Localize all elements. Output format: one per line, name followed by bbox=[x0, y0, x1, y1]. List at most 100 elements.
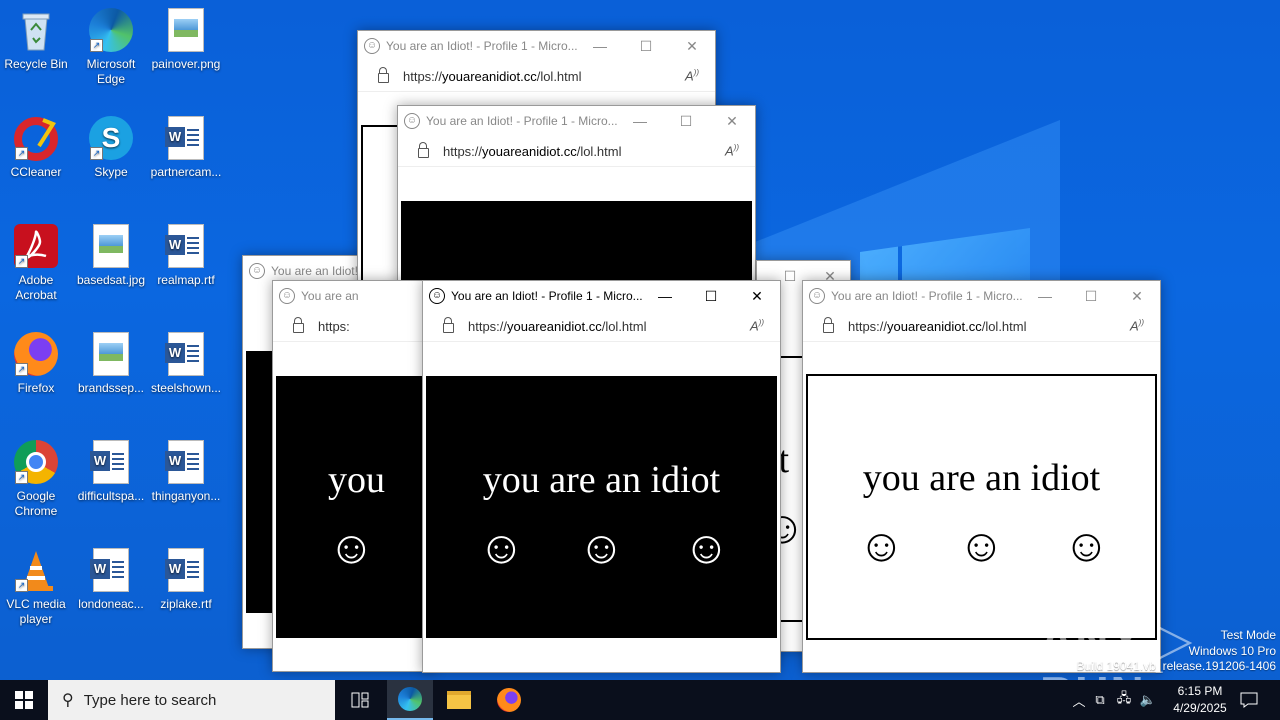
close-button[interactable]: ✕ bbox=[1114, 288, 1160, 305]
close-button[interactable]: ✕ bbox=[669, 38, 715, 55]
image-file-icon bbox=[163, 8, 209, 54]
start-button[interactable] bbox=[0, 680, 48, 720]
address-bar[interactable]: https://youareanidiot.cc/lol.html A)) bbox=[423, 311, 780, 342]
desktop-icon-steelshown[interactable]: steelshown... bbox=[150, 332, 222, 396]
windows-build-info: Test Mode Windows 10 Pro Build 19041.vb_… bbox=[1077, 628, 1277, 675]
idiot-message: you are an idiot bbox=[482, 459, 721, 501]
window-titlebar[interactable]: ☺ You are an Idiot! - Profile 1 - Micro.… bbox=[398, 106, 755, 136]
url-text[interactable]: https: bbox=[318, 319, 433, 334]
window-title: You are an Idiot! - Profile 1 - Micro... bbox=[426, 114, 617, 128]
meet-now-icon[interactable]: ⧉ bbox=[1088, 692, 1112, 708]
minimize-button[interactable]: — bbox=[642, 288, 688, 304]
desktop-icon-painover[interactable]: painover.png bbox=[150, 8, 222, 72]
volume-icon[interactable]: 🔈 bbox=[1136, 692, 1160, 708]
desktop-icon-adobe-acrobat[interactable]: ↗ Adobe Acrobat bbox=[0, 224, 72, 303]
address-bar[interactable]: https://youareanidiot.cc/lol.html A)) bbox=[398, 136, 755, 167]
desktop-icon-recycle-bin[interactable]: Recycle Bin bbox=[0, 8, 72, 72]
smiley-favicon-icon: ☺ bbox=[249, 263, 265, 279]
action-center-button[interactable] bbox=[1226, 680, 1272, 720]
desktop-icon-difficultspa[interactable]: difficultspa... bbox=[75, 440, 147, 504]
maximize-button[interactable]: ☐ bbox=[1068, 288, 1114, 305]
smiley-face-icon: ☺ bbox=[478, 521, 525, 573]
window-titlebar[interactable]: ☺ You are an Idiot! - Profile 1 - Micro.… bbox=[358, 31, 715, 61]
lock-icon bbox=[418, 142, 429, 158]
address-bar[interactable]: https://youareanidiot.cc/lol.html A)) bbox=[358, 61, 715, 92]
smiley-face-icon: ☺ bbox=[328, 521, 375, 573]
desktop-icon-basedsat[interactable]: basedsat.jpg bbox=[75, 224, 147, 288]
desktop-icon-label: Recycle Bin bbox=[4, 57, 68, 71]
word-document-icon bbox=[163, 440, 209, 486]
desktop-icon-thinganyon[interactable]: thinganyon... bbox=[150, 440, 222, 504]
address-bar[interactable]: https: bbox=[273, 311, 433, 342]
recycle-bin-icon bbox=[13, 8, 59, 54]
word-document-icon bbox=[163, 116, 209, 162]
desktop-icon-realmap[interactable]: realmap.rtf bbox=[150, 224, 222, 288]
taskbar-file-explorer-button[interactable] bbox=[436, 680, 482, 720]
network-icon[interactable]: 🖧 bbox=[1112, 689, 1136, 711]
desktop-icon-brandssep[interactable]: brandssep... bbox=[75, 332, 147, 396]
browser-window-active[interactable]: ☺ You are an Idiot! - Profile 1 - Micro.… bbox=[422, 280, 781, 673]
firefox-icon: ↗ bbox=[13, 332, 59, 378]
shortcut-arrow-icon: ↗ bbox=[15, 579, 28, 592]
address-bar[interactable]: https://youareanidiot.cc/lol.html A)) bbox=[803, 311, 1160, 342]
desktop-icon-label: partnercam... bbox=[150, 165, 222, 179]
read-aloud-icon[interactable]: A)) bbox=[685, 68, 715, 83]
desktop-icon-vlc[interactable]: ↗ VLC media player bbox=[0, 548, 72, 627]
url-text[interactable]: https://youareanidiot.cc/lol.html bbox=[443, 144, 725, 159]
taskbar-firefox-button[interactable] bbox=[486, 680, 532, 720]
desktop-icon-microsoft-edge[interactable]: ↗ Microsoft Edge bbox=[75, 8, 147, 87]
maximize-button[interactable]: ☐ bbox=[688, 288, 734, 305]
desktop-icon-label: Google Chrome bbox=[14, 489, 58, 518]
show-hidden-icons-chevron-icon[interactable]: ︿ bbox=[1070, 691, 1088, 710]
window-titlebar[interactable]: ☺ You are an bbox=[273, 281, 433, 311]
desktop-icon-google-chrome[interactable]: ↗ Google Chrome bbox=[0, 440, 72, 519]
taskbar-search-box[interactable]: ⚲ Type here to search bbox=[48, 680, 335, 720]
desktop-icon-label: thinganyon... bbox=[151, 489, 221, 503]
desktop: Recycle Bin ↗ CCleaner ↗ Adobe Acrobat ↗… bbox=[0, 0, 1280, 680]
maximize-button[interactable]: ☐ bbox=[663, 113, 709, 130]
smiley-favicon-icon: ☺ bbox=[404, 113, 420, 129]
desktop-icon-londoneac[interactable]: londoneac... bbox=[75, 548, 147, 612]
skype-icon: S ↗ bbox=[88, 116, 134, 162]
desktop-icon-ziplake[interactable]: ziplake.rtf bbox=[150, 548, 222, 612]
task-view-button[interactable] bbox=[337, 680, 383, 720]
windows-logo-icon bbox=[15, 691, 33, 709]
window-titlebar[interactable]: ☺ You are an Idiot! - Profile 1 - Micro.… bbox=[803, 281, 1160, 311]
page-content: you are an idiot ☺ ☺ ☺ bbox=[806, 374, 1157, 640]
minimize-button[interactable]: — bbox=[1022, 288, 1068, 304]
read-aloud-icon[interactable]: A)) bbox=[750, 318, 780, 333]
read-aloud-icon[interactable]: A)) bbox=[725, 143, 755, 158]
lock-icon bbox=[378, 67, 389, 83]
desktop-icon-skype[interactable]: S ↗ Skype bbox=[75, 116, 147, 180]
url-text[interactable]: https://youareanidiot.cc/lol.html bbox=[468, 319, 750, 334]
desktop-icon-ccleaner[interactable]: ↗ CCleaner bbox=[0, 116, 72, 180]
smiley-favicon-icon: ☺ bbox=[364, 38, 380, 54]
smiley-face-icon: ☺ bbox=[858, 519, 905, 571]
url-text[interactable]: https://youareanidiot.cc/lol.html bbox=[403, 69, 685, 84]
system-tray: ︿ ⧉ 🖧 🔈 bbox=[1070, 680, 1160, 720]
taskbar-edge-button[interactable] bbox=[387, 680, 433, 720]
window-title: You are an bbox=[301, 289, 359, 303]
close-button[interactable]: ✕ bbox=[734, 288, 780, 305]
maximize-button[interactable]: ☐ bbox=[623, 38, 669, 55]
desktop-icon-label: Firefox bbox=[17, 381, 55, 395]
word-document-icon bbox=[88, 440, 134, 486]
minimize-button[interactable]: — bbox=[617, 113, 663, 129]
desktop-icon-label: VLC media player bbox=[6, 597, 66, 626]
window-titlebar[interactable]: ☺ You are an Idiot! - Profile 1 - Micro.… bbox=[423, 281, 780, 311]
read-aloud-icon[interactable]: A)) bbox=[1130, 318, 1160, 333]
desktop-icon-partnercam[interactable]: partnercam... bbox=[150, 116, 222, 180]
folder-icon bbox=[447, 691, 471, 709]
smiley-favicon-icon: ☺ bbox=[279, 288, 295, 304]
search-placeholder: Type here to search bbox=[83, 691, 217, 709]
firefox-icon bbox=[497, 688, 521, 712]
close-button[interactable]: ✕ bbox=[709, 113, 755, 130]
shortcut-arrow-icon: ↗ bbox=[15, 147, 28, 160]
window-title: You are an Idiot! - Profile 1 - Micro... bbox=[831, 289, 1022, 303]
desktop-icon-label: basedsat.jpg bbox=[76, 273, 146, 287]
idiot-message: you bbox=[328, 459, 385, 501]
desktop-icon-firefox[interactable]: ↗ Firefox bbox=[0, 332, 72, 396]
browser-window[interactable]: ☺ You are an https: you ☺ bbox=[272, 280, 434, 672]
minimize-button[interactable]: — bbox=[577, 38, 623, 54]
url-text[interactable]: https://youareanidiot.cc/lol.html bbox=[848, 319, 1130, 334]
